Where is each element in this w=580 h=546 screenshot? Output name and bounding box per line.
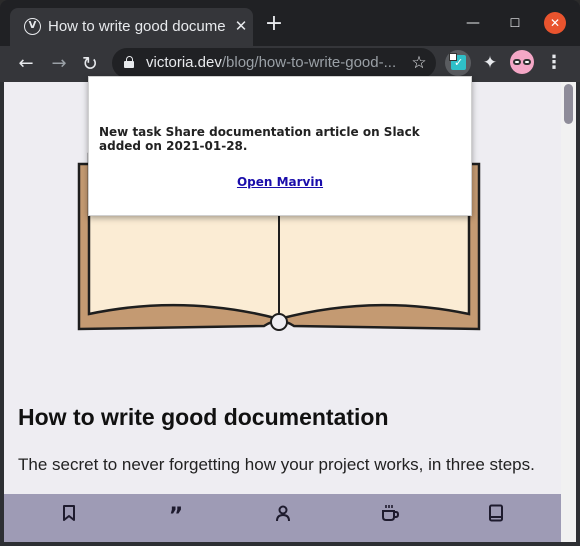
tab-close-icon[interactable]: ✕ xyxy=(231,16,251,36)
bookmark-star-icon[interactable]: ☆ xyxy=(408,52,430,74)
marvin-extension-popup: New task Share documentation article on … xyxy=(88,76,472,216)
extensions-puzzle-icon[interactable]: ✦ xyxy=(478,51,502,75)
bookmark-icon[interactable] xyxy=(56,504,82,530)
browser-window: V How to write good documentation ✕ + — … xyxy=(0,0,580,546)
coffee-icon[interactable] xyxy=(377,504,403,530)
profile-avatar[interactable] xyxy=(510,50,534,74)
person-icon[interactable] xyxy=(270,504,296,530)
lock-icon[interactable] xyxy=(124,56,134,68)
popup-message: New task Share documentation article on … xyxy=(99,125,420,153)
close-window-icon[interactable]: ✕ xyxy=(544,12,566,34)
reload-icon[interactable]: ↻ xyxy=(76,50,104,78)
quote-icon[interactable]: ” xyxy=(163,504,189,530)
minimize-window-icon[interactable]: — xyxy=(460,10,486,36)
book-icon[interactable] xyxy=(483,504,509,530)
article-title: How to write good documentation xyxy=(18,404,389,430)
tab-strip: V How to write good documentation ✕ + — … xyxy=(0,0,580,46)
back-arrow-icon[interactable]: ← xyxy=(12,50,40,78)
address-bar[interactable]: victoria.dev/blog/how-to-write-good-... … xyxy=(112,48,436,78)
url-path: /blog/how-to-write-good-... xyxy=(221,54,396,71)
article-subtitle: The secret to never forgetting how your … xyxy=(18,455,535,474)
browser-tab[interactable]: V How to write good documentation ✕ xyxy=(10,8,253,46)
tab-title: How to write good documentation xyxy=(48,18,226,35)
url-text[interactable]: victoria.dev/blog/how-to-write-good-... xyxy=(146,54,396,74)
new-tab-icon[interactable]: + xyxy=(262,12,286,36)
kebab-menu-icon[interactable]: ⋮ xyxy=(544,50,564,78)
url-host: victoria.dev xyxy=(146,54,222,71)
open-marvin-link[interactable]: Open Marvin xyxy=(89,175,471,189)
bottom-navigation: ” xyxy=(4,494,561,542)
marvin-extension-icon[interactable]: ✓ xyxy=(445,50,471,76)
forward-arrow-icon[interactable]: → xyxy=(45,50,73,78)
vertical-scrollbar[interactable] xyxy=(561,82,576,542)
maximize-window-icon[interactable]: ☐ xyxy=(502,10,528,36)
site-favicon-icon: V xyxy=(24,18,41,35)
scrollbar-thumb[interactable] xyxy=(564,84,573,124)
